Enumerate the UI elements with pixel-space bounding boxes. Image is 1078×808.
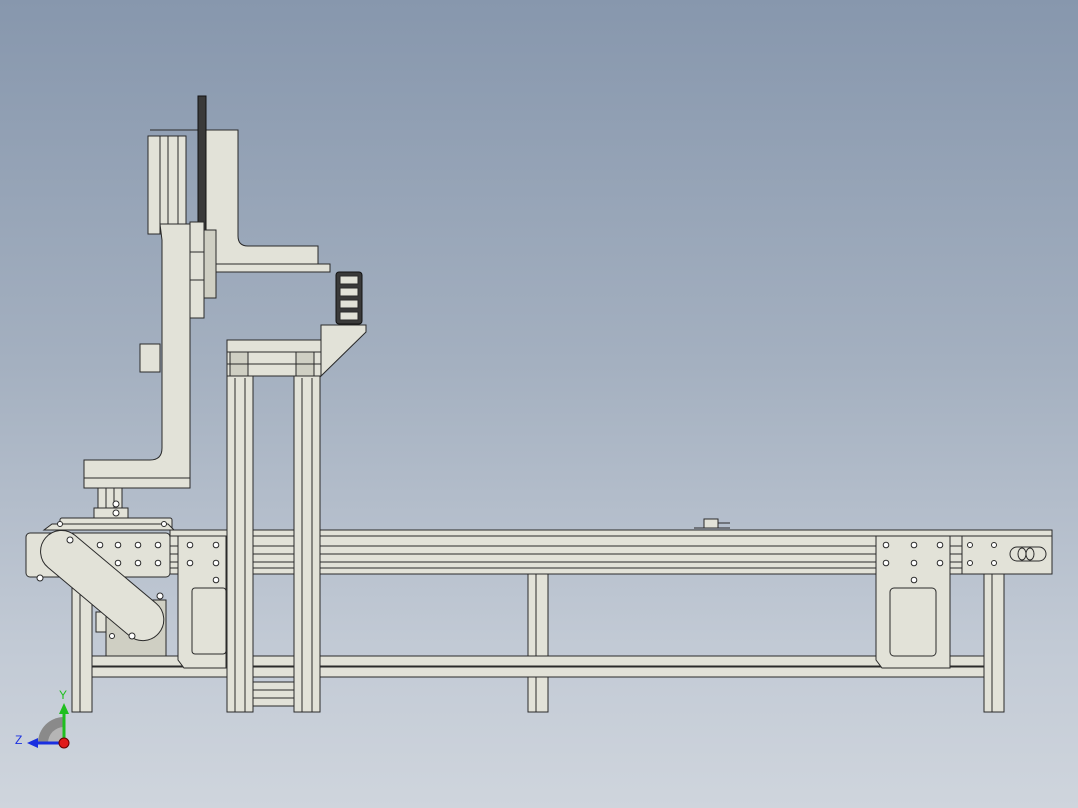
y-axis-label: Y: [59, 688, 67, 702]
conveyor-frame: [25, 518, 1053, 713]
axis-triad: Y Z: [15, 688, 70, 749]
vertical-arm: [83, 223, 191, 489]
x-axis-dot: [58, 737, 70, 749]
gripper-body: [97, 487, 123, 511]
gantry-column-left: [226, 351, 254, 713]
gantry-support: [226, 271, 367, 713]
z-axis-assembly: [42, 95, 331, 531]
cad-viewport[interactable]: .p { fill:#e2e2d8; stroke:#2a2a2a; strok…: [0, 0, 1078, 808]
linear-guide-block: [189, 221, 205, 319]
gantry-column-right: [293, 351, 321, 713]
gantry-top-plate: [226, 339, 322, 353]
cable-chain: [335, 271, 363, 325]
conveyor-leg-right: [983, 571, 1005, 713]
gusset-bracket: [320, 324, 367, 378]
z-axis-label: Z: [15, 733, 22, 747]
mechanism-drawing: .p { fill:#e2e2d8; stroke:#2a2a2a; strok…: [15, 95, 1053, 749]
belt-sensor: [703, 518, 719, 529]
conveyor-leg-middle: [527, 571, 549, 713]
arm-clamp: [139, 343, 161, 373]
